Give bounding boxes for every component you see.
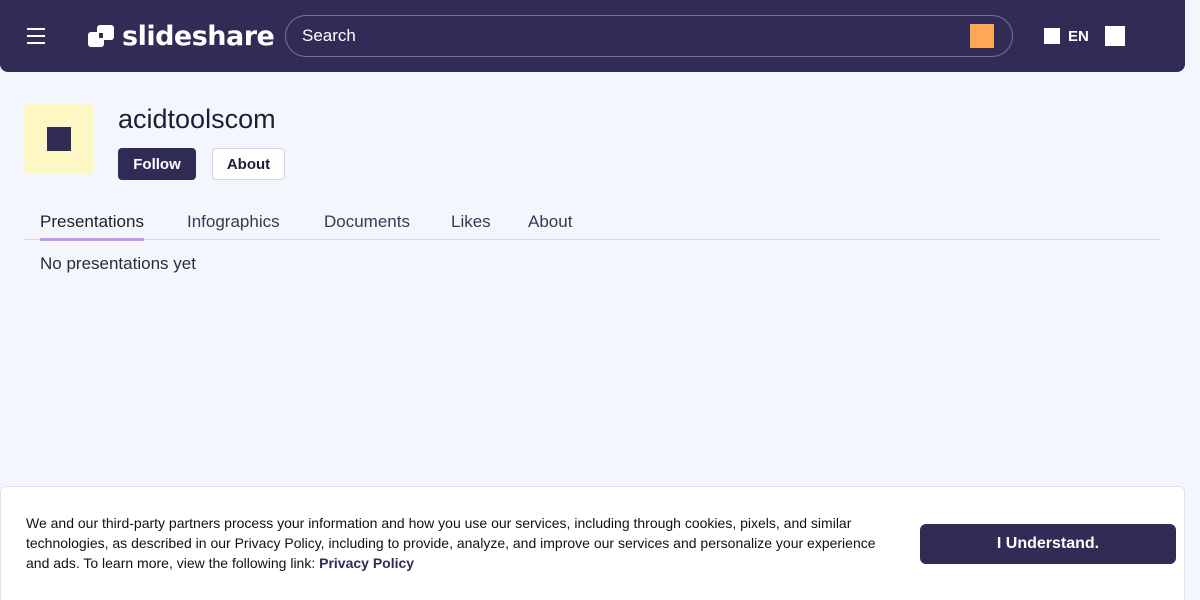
- profile-username: acidtoolscom: [118, 104, 276, 134]
- slideshare-logo-icon: [88, 25, 114, 47]
- tab-infographics[interactable]: Infographics: [187, 212, 280, 238]
- tab-about[interactable]: About: [528, 212, 572, 238]
- user-icon: [47, 127, 71, 151]
- cookie-notice-text: We and our third-party partners process …: [26, 513, 876, 573]
- logo-text: slideshare: [122, 20, 275, 52]
- empty-state-message: No presentations yet: [40, 254, 196, 273]
- cookie-notice-body: We and our third-party partners process …: [26, 515, 876, 571]
- search-input[interactable]: [286, 16, 970, 56]
- privacy-policy-link[interactable]: Privacy Policy: [319, 555, 414, 571]
- top-navigation-bar: slideshare EN: [0, 0, 1185, 72]
- avatar: [24, 104, 94, 174]
- language-selector[interactable]: EN: [1044, 26, 1125, 46]
- search-box: [285, 15, 1013, 57]
- search-icon[interactable]: [970, 24, 994, 48]
- tab-likes[interactable]: Likes: [451, 212, 491, 238]
- language-label: EN: [1068, 27, 1089, 45]
- tab-documents[interactable]: Documents: [324, 212, 410, 238]
- slideshare-logo[interactable]: slideshare: [88, 20, 275, 52]
- accept-cookies-button[interactable]: I Understand.: [920, 524, 1176, 564]
- tab-presentations[interactable]: Presentations: [40, 212, 144, 241]
- cookie-consent-banner: We and our third-party partners process …: [0, 486, 1185, 600]
- about-button[interactable]: About: [212, 148, 285, 180]
- chevron-down-icon: [1104, 26, 1125, 46]
- hamburger-menu-icon[interactable]: [24, 24, 48, 48]
- follow-button[interactable]: Follow: [118, 148, 196, 180]
- profile-tabs: Presentations Infographics Documents Lik…: [24, 204, 1161, 241]
- globe-icon: [1044, 28, 1060, 44]
